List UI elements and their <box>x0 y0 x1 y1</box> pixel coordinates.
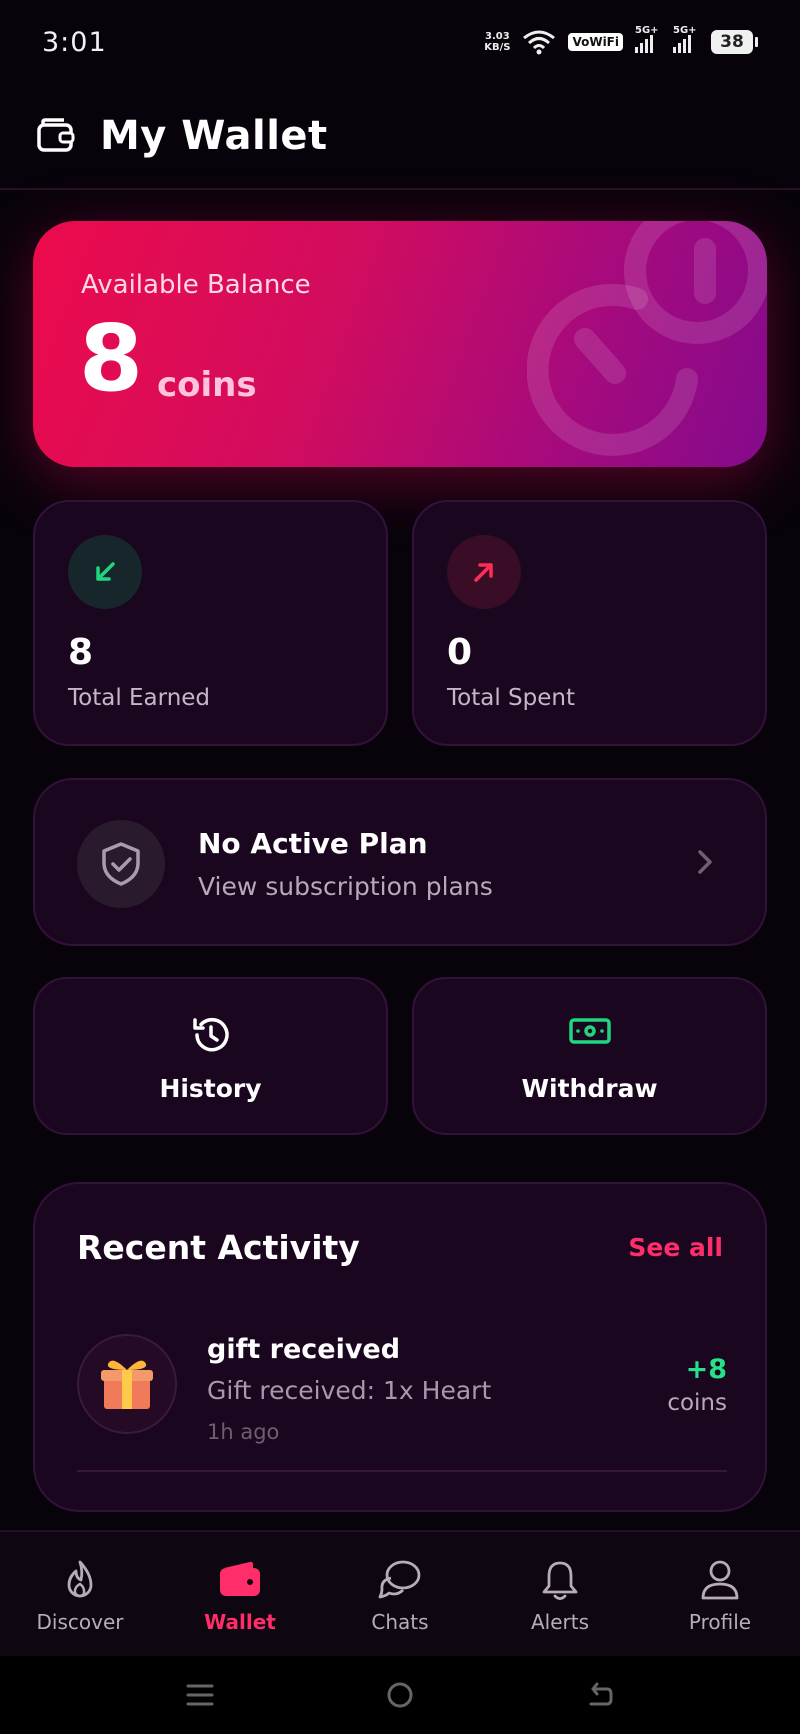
total-earned-label: Total Earned <box>68 685 211 711</box>
history-icon <box>192 1017 229 1052</box>
cash-icon <box>568 1018 611 1044</box>
nav-profile[interactable]: Profile <box>640 1532 800 1656</box>
recent-activity-title: Recent Activity <box>77 1228 360 1267</box>
balance-label: Available Balance <box>81 270 311 300</box>
nav-discover[interactable]: Discover <box>0 1532 160 1656</box>
activity-amount: +8 <box>685 1354 727 1385</box>
activity-description: Gift received: 1x Heart <box>207 1376 492 1405</box>
user-icon <box>701 1560 739 1600</box>
nav-wallet[interactable]: Wallet <box>160 1532 320 1656</box>
balance-unit: coins <box>157 365 257 405</box>
bottom-navigation: Discover Wallet Chats Alerts Profile <box>0 1530 800 1656</box>
network-speed: 3.03 KB/S <box>484 31 510 53</box>
activity-item[interactable]: gift received Gift received: 1x Heart 1h… <box>77 1334 727 1474</box>
status-time: 3:01 <box>42 26 107 58</box>
network-speed-unit: KB/S <box>484 42 511 53</box>
system-navigation-bar <box>0 1656 800 1734</box>
sim2-label: 5G+ <box>673 25 697 36</box>
plan-subtitle: View subscription plans <box>198 872 493 901</box>
vowifi-badge: VoWiFi <box>568 33 623 51</box>
history-button[interactable]: History <box>33 977 388 1135</box>
bell-icon <box>542 1561 578 1600</box>
page-header: My Wallet <box>0 84 800 190</box>
nav-alerts-label: Alerts <box>530 1610 590 1634</box>
signal-sim2-icon: 5G+ <box>673 25 699 53</box>
nav-chats[interactable]: Chats <box>320 1532 480 1656</box>
total-spent-card: 0 Total Spent <box>412 500 767 746</box>
total-spent-value: 0 <box>447 632 473 673</box>
wifi-icon <box>523 30 556 55</box>
shield-check-icon <box>77 820 165 908</box>
total-spent-label: Total Spent <box>447 685 575 711</box>
arrow-up-right-icon <box>447 535 521 609</box>
chat-bubbles-icon <box>378 1560 421 1599</box>
wallet-screen: 3:01 3.03 KB/S VoWiFi 5G+ 5G+ 38 My Wall… <box>0 0 800 1734</box>
see-all-link[interactable]: See all <box>628 1233 723 1262</box>
coin-decoration-icon <box>527 221 767 456</box>
sim1-label: 5G+ <box>635 25 659 36</box>
subscription-plan-card[interactable]: No Active Plan View subscription plans <box>33 778 767 946</box>
status-bar: 3:01 3.03 KB/S VoWiFi 5G+ 5G+ 38 <box>0 0 800 84</box>
nav-chats-label: Chats <box>371 1610 429 1634</box>
back-icon[interactable] <box>585 1680 615 1710</box>
recent-activity-card: Recent Activity See all gift received Gi… <box>33 1182 767 1512</box>
balance-value: 8 <box>79 305 144 412</box>
activity-title: gift received <box>207 1334 401 1365</box>
nav-wallet-label: Wallet <box>204 1610 276 1634</box>
total-earned-value: 8 <box>68 632 94 673</box>
total-earned-card: 8 Total Earned <box>33 500 388 746</box>
withdraw-label: Withdraw <box>521 1074 658 1103</box>
battery-icon: 38 <box>711 30 758 54</box>
signal-sim1-icon: 5G+ <box>635 25 661 53</box>
battery-level: 38 <box>711 30 753 54</box>
plan-title: No Active Plan <box>198 827 428 860</box>
activity-divider <box>77 1470 727 1472</box>
wallet-icon <box>220 1561 260 1596</box>
gift-icon <box>77 1334 177 1434</box>
activity-amount-unit: coins <box>667 1390 727 1416</box>
menu-icon[interactable] <box>185 1681 215 1709</box>
history-label: History <box>159 1074 262 1103</box>
network-speed-value: 3.03 <box>484 31 510 42</box>
activity-time: 1h ago <box>207 1420 280 1444</box>
nav-discover-label: Discover <box>36 1610 124 1634</box>
status-indicators: 3.03 KB/S VoWiFi 5G+ 5G+ 38 <box>484 25 758 55</box>
wallet-icon <box>37 118 75 152</box>
flame-icon <box>67 1560 93 1598</box>
arrow-down-left-icon <box>68 535 142 609</box>
balance-card: Available Balance 8 coins <box>33 221 767 467</box>
nav-alerts[interactable]: Alerts <box>480 1532 640 1656</box>
home-icon[interactable] <box>385 1680 415 1710</box>
page-title: My Wallet <box>100 113 328 159</box>
chevron-right-icon <box>698 850 712 874</box>
withdraw-button[interactable]: Withdraw <box>412 977 767 1135</box>
nav-profile-label: Profile <box>688 1610 752 1634</box>
